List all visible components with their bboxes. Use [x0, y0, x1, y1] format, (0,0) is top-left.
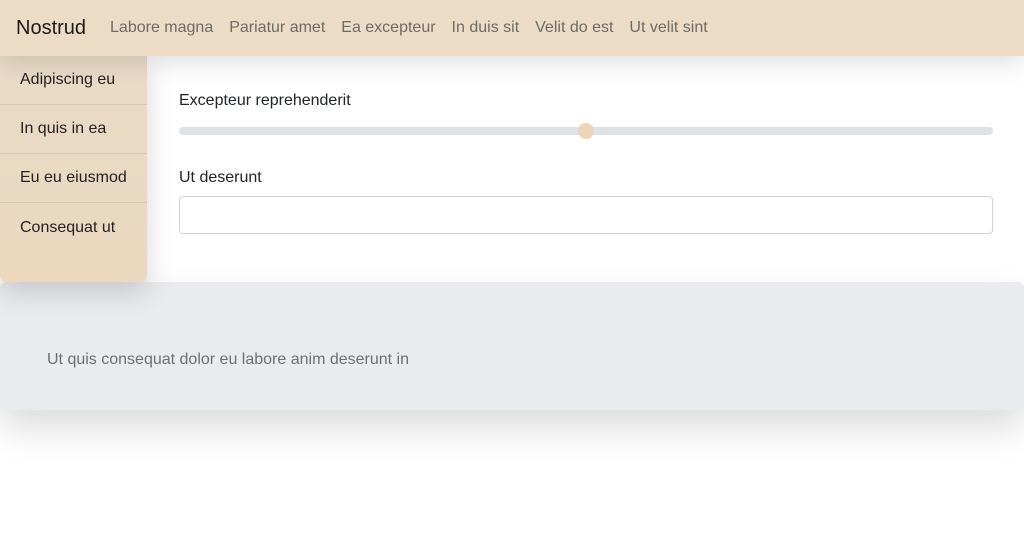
navbar-brand[interactable]: Nostrud	[16, 17, 86, 40]
nav-link-pariatur-amet[interactable]: Pariatur amet	[221, 19, 333, 37]
sidebar-item-consequat-ut[interactable]: Consequat ut	[0, 203, 147, 252]
range-slider-thumb[interactable]	[578, 123, 594, 139]
sidebar-menu: Adipiscing eu In quis in ea Eu eu eiusmo…	[0, 56, 147, 282]
sidebar-item-eu-eu-eiusmod[interactable]: Eu eu eiusmod	[0, 154, 147, 203]
nav-link-ea-excepteur[interactable]: Ea excepteur	[333, 19, 443, 37]
navbar-links: Labore magna Pariatur amet Ea excepteur …	[102, 19, 716, 37]
slider-label: Excepteur reprehenderit	[179, 92, 351, 109]
sidebar-item-adipiscing-eu[interactable]: Adipiscing eu	[0, 56, 147, 105]
text-input[interactable]	[179, 196, 993, 234]
nav-link-labore-magna[interactable]: Labore magna	[102, 19, 221, 37]
info-panel: Ut quis consequat dolor eu labore anim d…	[0, 282, 1024, 410]
top-navbar: Nostrud Labore magna Pariatur amet Ea ex…	[0, 0, 1024, 56]
text-field-label: Ut deserunt	[179, 169, 262, 186]
nav-link-in-duis-sit[interactable]: In duis sit	[444, 19, 528, 37]
nav-link-ut-velit-sint[interactable]: Ut velit sint	[621, 19, 715, 37]
sidebar-item-in-quis-in-ea[interactable]: In quis in ea	[0, 105, 147, 154]
panel-text: Ut quis consequat dolor eu labore anim d…	[47, 351, 409, 368]
nav-link-velit-do-est[interactable]: Velit do est	[527, 19, 621, 37]
